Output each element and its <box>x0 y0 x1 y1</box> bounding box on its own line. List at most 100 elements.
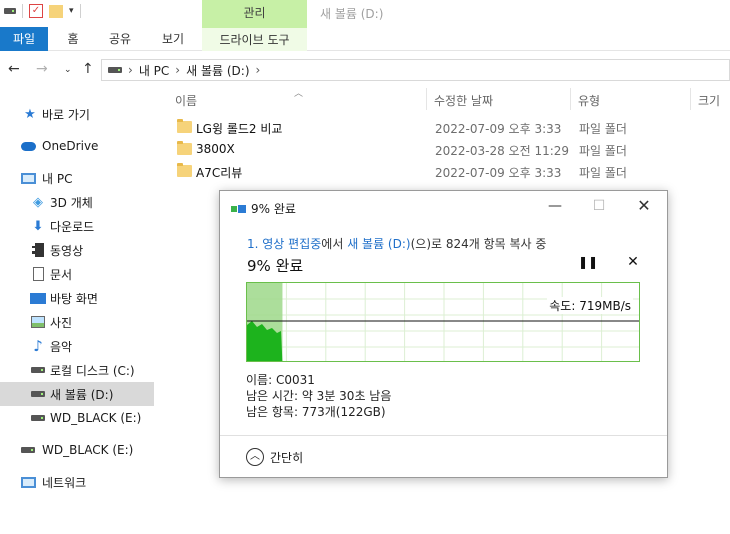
list-item[interactable]: 3800X 2022-03-28 오전 11:29 파일 폴더 <box>170 140 730 161</box>
cloud-icon <box>20 138 36 154</box>
sidebar-item-label: 3D 개체 <box>50 195 93 210</box>
sidebar-item-label: 문서 <box>50 267 73 282</box>
copy-description: 1. 영상 편집중에서 새 볼륨 (D:)(으)로 824개 항목 복사 중 <box>247 235 546 252</box>
file-name: 3800X <box>196 142 235 156</box>
sidebar-item-label: 사진 <box>50 315 73 330</box>
context-tab-manage[interactable]: 관리 <box>202 0 307 27</box>
desktop-icon <box>30 290 46 306</box>
sidebar-item-label: 다운로드 <box>50 219 95 234</box>
breadcrumb-chevron-icon: › <box>128 63 133 77</box>
sidebar-item-volume-d[interactable]: 새 볼륨 (D:) <box>0 382 154 406</box>
copy-details: 이름: C0031 남은 시간: 약 3분 30초 남음 남은 항목: 773개… <box>246 372 391 420</box>
sidebar-item-label: 음악 <box>50 339 73 354</box>
sidebar-item-this-pc[interactable]: 내 PC <box>0 166 154 190</box>
sidebar-item-3d-objects[interactable]: ◈ 3D 개체 <box>0 190 154 214</box>
file-date: 2022-07-09 오후 3:33 <box>435 166 562 180</box>
column-size[interactable]: 크기 <box>698 92 720 109</box>
download-icon: ⬇ <box>32 218 44 234</box>
recent-chevron-icon[interactable]: ⌄ <box>64 65 72 75</box>
dialog-title-bar: 9% 완료 <box>231 200 296 217</box>
sidebar-item-label: 내 PC <box>42 171 73 186</box>
tab-share[interactable]: 공유 <box>101 27 139 51</box>
new-folder-icon[interactable] <box>49 4 63 18</box>
drive-icon <box>30 410 46 426</box>
maximize-button[interactable]: ☐ <box>585 196 613 216</box>
pause-button[interactable]: ❚❚ <box>578 255 598 271</box>
cube-icon: ◈ <box>33 194 43 210</box>
sidebar-item-label: WD_BLACK (E:) <box>42 443 134 457</box>
dialog-title: 9% 완료 <box>251 202 296 216</box>
chevron-down-icon[interactable]: ▾ <box>69 6 74 16</box>
column-type[interactable]: 유형 <box>578 92 600 109</box>
column-divider[interactable] <box>570 88 571 110</box>
sidebar-item-label: 동영상 <box>50 243 84 258</box>
fewer-details-button[interactable]: ︿ 간단히 <box>246 448 303 466</box>
tab-drive-tools[interactable]: 드라이브 도구 <box>202 27 307 51</box>
tab-view[interactable]: 보기 <box>154 27 192 51</box>
cancel-button[interactable]: ✕ <box>625 254 641 270</box>
sidebar-item-local-disk-c[interactable]: 로컬 디스크 (C:) <box>0 358 154 382</box>
sidebar-item-label: 바탕 화면 <box>50 291 98 306</box>
progress-headline: 9% 완료 <box>247 257 304 275</box>
breadcrumb-this-pc[interactable]: 내 PC <box>139 62 169 79</box>
address-bar[interactable]: › 내 PC › 새 볼륨 (D:) › <box>101 59 730 81</box>
title-bar: ✓ ▾ 관리 새 볼륨 (D:) <box>0 0 730 27</box>
drive-icon[interactable] <box>4 8 16 14</box>
sidebar-item-label: 새 볼륨 (D:) <box>50 387 114 402</box>
sidebar-item-documents[interactable]: 문서 <box>0 262 154 286</box>
copy-icon <box>231 203 247 215</box>
tab-file[interactable]: 파일 <box>0 27 48 51</box>
source-folder-link[interactable]: 1. 영상 편집중 <box>247 237 321 251</box>
file-type: 파일 폴더 <box>579 144 627 158</box>
column-divider[interactable] <box>426 88 427 110</box>
breadcrumb-volume[interactable]: 새 볼륨 (D:) <box>186 62 249 79</box>
sidebar-item-downloads[interactable]: ⬇ 다운로드 <box>0 214 154 238</box>
quick-access-toolbar: ✓ ▾ <box>4 4 81 18</box>
folder-icon <box>177 119 192 133</box>
drive-icon <box>20 442 36 458</box>
file-date: 2022-07-09 오후 3:33 <box>435 122 562 136</box>
drive-icon <box>108 67 122 73</box>
navigation-pane: ★ 바로 가기 OneDrive 내 PC ◈ 3D 개체 ⬇ 다운로드 동영상… <box>0 94 154 534</box>
destination-link[interactable]: 새 볼륨 (D:) <box>347 237 410 251</box>
list-item[interactable]: LG윙 롤드2 비교 2022-07-09 오후 3:33 파일 폴더 <box>170 118 730 139</box>
sidebar-item-quick-access[interactable]: ★ 바로 가기 <box>0 102 154 126</box>
file-name: A7C리뷰 <box>196 166 243 180</box>
column-divider[interactable] <box>690 88 691 110</box>
speed-label: 속도: 719MB/s <box>547 297 633 314</box>
sidebar-item-videos[interactable]: 동영상 <box>0 238 154 262</box>
sidebar-item-network[interactable]: 네트워크 <box>0 470 154 494</box>
music-icon: ♪ <box>33 337 43 355</box>
sidebar-item-label: OneDrive <box>42 139 99 153</box>
separator <box>79 4 81 18</box>
separator <box>22 4 23 18</box>
list-item[interactable]: A7C리뷰 2022-07-09 오후 3:33 파일 폴더 <box>170 162 730 183</box>
sidebar-item-label: 네트워크 <box>42 475 87 490</box>
document-icon <box>30 266 46 282</box>
breadcrumb-chevron-icon: › <box>175 63 181 77</box>
column-date-modified[interactable]: 수정한 날짜 <box>434 92 493 109</box>
sidebar-item-wd-black-e[interactable]: WD_BLACK (E:) <box>0 406 154 430</box>
current-file-name: 이름: C0031 <box>246 373 315 387</box>
pc-icon <box>20 170 36 186</box>
column-headers: ︿ 이름 수정한 날짜 유형 크기 <box>170 86 730 112</box>
properties-icon[interactable]: ✓ <box>29 4 43 18</box>
forward-arrow-icon[interactable]: → <box>36 61 48 77</box>
graph-canvas <box>247 283 639 361</box>
minimize-button[interactable]: — <box>541 196 569 216</box>
sort-ascending-icon: ︿ <box>294 89 304 99</box>
close-button[interactable]: ✕ <box>630 196 658 216</box>
tab-home[interactable]: 홈 <box>58 27 88 51</box>
dialog-footer: ︿ 간단히 <box>220 435 667 477</box>
fewer-details-label: 간단히 <box>270 450 304 465</box>
up-arrow-icon[interactable]: ↑ <box>82 61 94 77</box>
sidebar-item-onedrive[interactable]: OneDrive <box>0 134 154 158</box>
sidebar-item-wd-black-e-root[interactable]: WD_BLACK (E:) <box>0 438 154 462</box>
sidebar-item-music[interactable]: ♪ 음악 <box>0 334 154 358</box>
back-arrow-icon[interactable]: ← <box>8 61 20 77</box>
column-name[interactable]: 이름 <box>175 92 197 109</box>
sidebar-item-desktop[interactable]: 바탕 화면 <box>0 286 154 310</box>
sidebar-item-pictures[interactable]: 사진 <box>0 310 154 334</box>
time-remaining: 남은 시간: 약 3분 30초 남음 <box>246 389 392 403</box>
info-text: (으)로 824개 항목 복사 중 <box>410 237 547 251</box>
